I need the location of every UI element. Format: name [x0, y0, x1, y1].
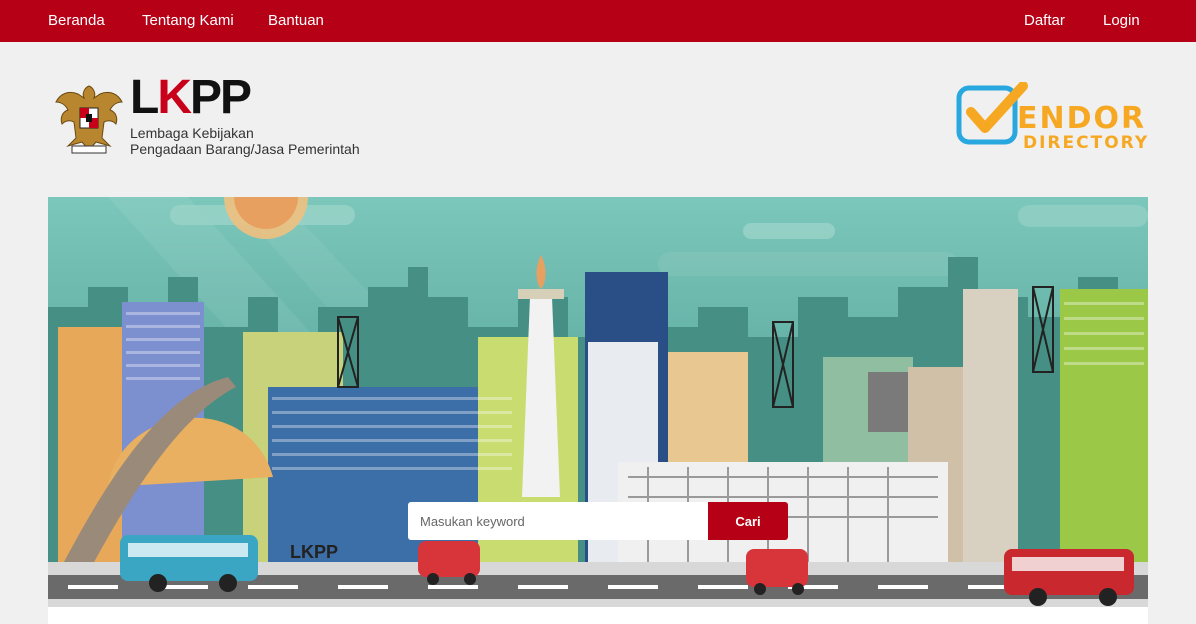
vendor-directory-logo[interactable]: ENDOR DIRECTORY [955, 82, 1155, 158]
wordmark-k: K [157, 71, 192, 124]
directory-wordmark: DIRECTORY [1023, 133, 1150, 153]
jakarta-skyline-illustration [48, 197, 1148, 607]
vendor-wordmark: ENDOR [1017, 101, 1147, 136]
wordmark-l: L [130, 71, 159, 124]
city-skyline-banner: LKPP [48, 197, 1148, 607]
nav-tentang-kami-link[interactable]: Tentang Kami [142, 12, 234, 29]
nav-login-link[interactable]: Login [1103, 12, 1140, 29]
lkpp-sign: LKPP [290, 542, 339, 562]
logo-subtitle-line2: Pengadaan Barang/Jasa Pemerintah [130, 141, 360, 157]
search-button[interactable]: Cari [708, 502, 788, 540]
lkpp-wordmark: LKPP [130, 71, 252, 124]
garuda-emblem-icon [55, 85, 123, 154]
search-input[interactable] [408, 502, 708, 540]
content-area [48, 607, 1148, 624]
top-navbar: Beranda Tentang Kami Bantuan Daftar Logi… [0, 0, 1196, 42]
nav-bantuan-link[interactable]: Bantuan [268, 12, 324, 29]
wordmark-pp: PP [190, 71, 252, 124]
nav-beranda-link[interactable]: Beranda [48, 12, 105, 29]
lkpp-logo[interactable]: LKPP Lembaga Kebijakan Pengadaan Barang/… [54, 74, 360, 160]
logo-subtitle-line1: Lembaga Kebijakan [130, 125, 254, 141]
nav-daftar-link[interactable]: Daftar [1024, 12, 1065, 29]
